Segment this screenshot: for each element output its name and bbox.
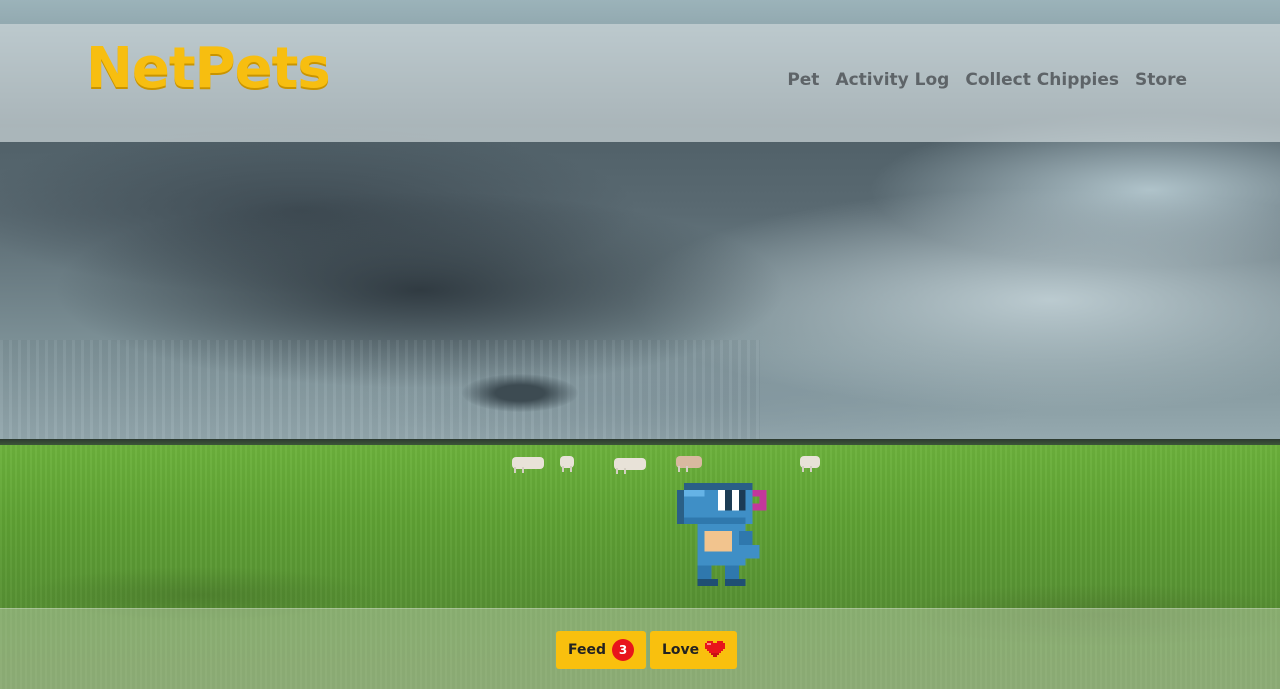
cow-figure [614,458,646,474]
love-button[interactable]: Love [650,631,738,669]
top-strip [0,0,1280,24]
game-scene: NetPets Pet Activity Log Collect Chippie… [0,0,1280,689]
blue-pixel-dinosaur-icon[interactable] [676,476,774,586]
feed-count-badge: 3 [612,639,635,661]
pixel-heart-icon [705,641,726,659]
feed-button-label: Feed [568,642,607,658]
cow-figure [512,457,544,473]
pet-actions: Feed 3 Love [556,631,738,669]
rain-shower [0,340,760,445]
nav-link-collect-chippies[interactable]: Collect Chippies [965,70,1119,90]
low-cloud [462,374,578,412]
main-nav: Pet Activity Log Collect Chippies Store [787,70,1187,90]
cow-figure [800,456,820,472]
cow-figure [676,456,702,472]
action-bar: Feed 3 Love [0,608,1280,689]
netpets-logo[interactable]: NetPets [86,38,331,100]
site-header: NetPets Pet Activity Log Collect Chippie… [0,24,1280,142]
nav-link-pet[interactable]: Pet [787,70,819,90]
nav-link-store[interactable]: Store [1135,70,1187,90]
love-button-label: Love [662,642,700,658]
feed-button[interactable]: Feed 3 [556,631,647,669]
cow-figure [560,456,574,472]
nav-link-activity-log[interactable]: Activity Log [835,70,949,90]
